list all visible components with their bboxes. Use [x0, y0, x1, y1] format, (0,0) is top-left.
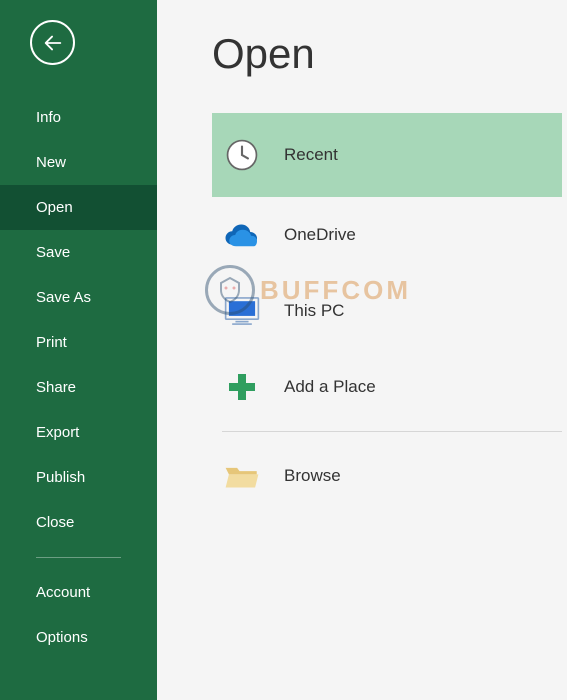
sidebar-item-label: Save As [36, 289, 91, 306]
sidebar-item-export[interactable]: Export [0, 410, 157, 455]
sidebar-item-label: Print [36, 334, 67, 351]
sidebar-item-account[interactable]: Account [0, 570, 157, 615]
sidebar-item-label: Publish [36, 469, 85, 486]
folder-open-icon [222, 456, 262, 496]
sidebar-item-label: Close [36, 514, 74, 531]
backstage-sidebar: Info New Open Save Save As Print Share E… [0, 0, 157, 700]
sidebar-item-label: New [36, 154, 66, 171]
source-item-browse[interactable]: Browse [212, 438, 562, 514]
sidebar-item-share[interactable]: Share [0, 365, 157, 410]
sidebar-item-label: Info [36, 109, 61, 126]
sidebar-item-open[interactable]: Open [0, 185, 157, 230]
sidebar-item-label: Save [36, 244, 70, 261]
sidebar-item-new[interactable]: New [0, 140, 157, 185]
source-label: OneDrive [284, 225, 356, 245]
source-item-recent[interactable]: Recent [212, 113, 562, 197]
open-source-list: Recent OneDrive This PC Add a Place [212, 113, 562, 514]
arrow-left-icon [42, 32, 64, 54]
sidebar-item-label: Open [36, 199, 73, 216]
sidebar-item-print[interactable]: Print [0, 320, 157, 365]
plus-icon [222, 367, 262, 407]
sidebar-item-save[interactable]: Save [0, 230, 157, 275]
sidebar-item-label: Account [36, 584, 90, 601]
sidebar-item-label: Export [36, 424, 79, 441]
page-title: Open [212, 30, 567, 78]
source-label: Add a Place [284, 377, 376, 397]
back-button[interactable] [30, 20, 75, 65]
main-panel: Open Recent OneDrive This PC Add a Place [157, 0, 567, 700]
source-label: This PC [284, 301, 344, 321]
clock-icon [222, 135, 262, 175]
sidebar-item-close[interactable]: Close [0, 500, 157, 545]
sidebar-item-save-as[interactable]: Save As [0, 275, 157, 320]
source-item-onedrive[interactable]: OneDrive [212, 197, 562, 273]
cloud-icon [222, 215, 262, 255]
source-item-add-place[interactable]: Add a Place [212, 349, 562, 425]
sidebar-item-options[interactable]: Options [0, 615, 157, 660]
sidebar-item-label: Share [36, 379, 76, 396]
source-item-this-pc[interactable]: This PC [212, 273, 562, 349]
source-divider [222, 431, 562, 432]
source-label: Recent [284, 145, 338, 165]
monitor-icon [222, 291, 262, 331]
sidebar-item-info[interactable]: Info [0, 95, 157, 140]
sidebar-item-publish[interactable]: Publish [0, 455, 157, 500]
source-label: Browse [284, 466, 341, 486]
sidebar-item-label: Options [36, 629, 88, 646]
sidebar-divider [36, 557, 121, 558]
